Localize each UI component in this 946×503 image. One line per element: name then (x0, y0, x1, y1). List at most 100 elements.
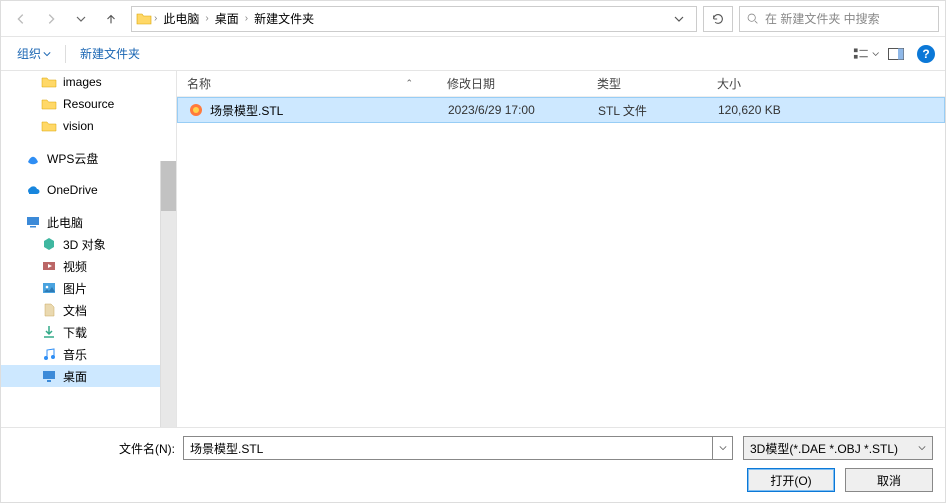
scrollbar-thumb[interactable] (161, 161, 176, 211)
tree-item[interactable]: 此电脑 (1, 211, 176, 233)
tree-item[interactable]: 下载 (1, 321, 176, 343)
file-row[interactable]: 场景模型.STL 2023/6/29 17:00STL 文件120,620 KB (177, 97, 945, 123)
file-list[interactable]: 场景模型.STL 2023/6/29 17:00STL 文件120,620 KB (177, 97, 945, 427)
tree-item-label: images (63, 75, 102, 89)
open-button-label: 打开(O) (770, 472, 811, 489)
tree-item-label: 桌面 (63, 368, 87, 385)
tree-item-label: 下载 (63, 324, 87, 341)
file-name: 场景模型.STL (210, 102, 283, 119)
folder-icon (134, 9, 154, 29)
col-header-name[interactable]: 名称 ⌃ (177, 75, 437, 92)
onedrive-icon (25, 182, 41, 198)
folder-icon (41, 74, 57, 90)
chevron-down-icon (674, 14, 684, 24)
tree-item[interactable]: 3D 对象 (1, 233, 176, 255)
filename-label: 文件名(N): (13, 440, 183, 457)
tree-item[interactable]: 图片 (1, 277, 176, 299)
chevron-down-icon (872, 50, 879, 58)
breadcrumb: 此电脑 › 桌面 › 新建文件夹 (157, 8, 674, 29)
file-list-pane: 名称 ⌃ 修改日期 类型 大小 场景模型.STL 2023/6/29 17:00S… (176, 71, 945, 427)
3d-icon (41, 236, 57, 252)
file-date: 2023/6/29 17:00 (438, 103, 588, 117)
toolbar: 组织 新建文件夹 ? (1, 37, 945, 71)
tree-item[interactable]: OneDrive (1, 179, 176, 201)
file-type: STL 文件 (588, 102, 708, 119)
file-size: 120,620 KB (708, 103, 944, 117)
video-icon (41, 258, 57, 274)
wps-icon (25, 150, 41, 166)
tree-item-label: 3D 对象 (63, 236, 106, 253)
breadcrumb-item[interactable]: 桌面 (209, 8, 245, 29)
tree-item[interactable]: images (1, 71, 176, 93)
arrow-up-icon (104, 12, 118, 26)
chevron-down-icon (43, 50, 51, 58)
footer-panel: 文件名(N): 3D模型(*.DAE *.OBJ *.STL) 打开(O) 取消 (1, 428, 945, 502)
view-options-button[interactable] (853, 43, 879, 65)
tree-item-label: vision (63, 119, 94, 133)
address-dropdown-button[interactable] (674, 14, 694, 24)
tree-item[interactable]: vision (1, 115, 176, 137)
refresh-button[interactable] (703, 6, 733, 32)
folder-icon (41, 96, 57, 112)
download-icon (41, 324, 57, 340)
tree-item[interactable]: 桌面 (1, 365, 176, 387)
search-icon (746, 12, 759, 25)
new-folder-button[interactable]: 新建文件夹 (74, 41, 146, 66)
music-icon (41, 346, 57, 362)
view-options-icon (853, 47, 870, 61)
help-icon: ? (922, 47, 929, 61)
tree-item-label: 视频 (63, 258, 87, 275)
main-area: images Resource vision WPS云盘 OneDrive 此电脑 3D 对… (1, 71, 945, 428)
nav-forward-button[interactable] (37, 5, 65, 33)
tree-item-label: 音乐 (63, 346, 87, 363)
search-input[interactable]: 在 新建文件夹 中搜索 (739, 6, 939, 32)
chevron-down-icon (76, 14, 86, 24)
tree-item-label: 文档 (63, 302, 87, 319)
cancel-button-label: 取消 (877, 472, 901, 489)
address-bar-row: › 此电脑 › 桌面 › 新建文件夹 在 新建文件夹 中搜索 (1, 1, 945, 37)
tree-scrollbar[interactable] (160, 161, 176, 427)
col-header-size[interactable]: 大小 (707, 75, 945, 92)
nav-up-button[interactable] (97, 5, 125, 33)
address-bar[interactable]: › 此电脑 › 桌面 › 新建文件夹 (131, 6, 697, 32)
breadcrumb-item[interactable]: 新建文件夹 (248, 8, 320, 29)
filetype-value: 3D模型(*.DAE *.OBJ *.STL) (750, 440, 898, 457)
tree-item[interactable]: 音乐 (1, 343, 176, 365)
open-button[interactable]: 打开(O) (747, 468, 835, 492)
sort-caret-icon: ⌃ (405, 78, 413, 89)
tree-item-label: Resource (63, 97, 114, 111)
cancel-button[interactable]: 取消 (845, 468, 933, 492)
nav-back-button[interactable] (7, 5, 35, 33)
tree-item[interactable]: 视频 (1, 255, 176, 277)
arrow-left-icon (14, 12, 28, 26)
tree-item[interactable]: Resource (1, 93, 176, 115)
chevron-down-icon (918, 444, 926, 452)
filetype-select[interactable]: 3D模型(*.DAE *.OBJ *.STL) (743, 436, 933, 460)
col-header-name-label: 名称 (187, 75, 211, 92)
help-button[interactable]: ? (917, 45, 935, 63)
search-placeholder: 在 新建文件夹 中搜索 (765, 10, 880, 27)
arrow-right-icon (44, 12, 58, 26)
filename-dropdown-button[interactable] (713, 436, 733, 460)
navigation-tree[interactable]: images Resource vision WPS云盘 OneDrive 此电脑 3D 对… (1, 71, 176, 427)
thispc-icon (25, 214, 41, 230)
breadcrumb-item[interactable]: 此电脑 (157, 8, 205, 29)
doc-icon (41, 302, 57, 318)
col-header-type[interactable]: 类型 (587, 75, 707, 92)
tree-item-label: 图片 (63, 280, 87, 297)
recent-dropdown-button[interactable] (67, 5, 95, 33)
organize-menu[interactable]: 组织 (11, 41, 57, 66)
new-folder-label: 新建文件夹 (80, 45, 140, 62)
tree-item-label: 此电脑 (47, 214, 83, 231)
desktop-icon (41, 368, 57, 384)
organize-label: 组织 (17, 45, 41, 62)
filename-input[interactable] (183, 436, 713, 460)
folder-icon (41, 118, 57, 134)
tree-item[interactable]: 文档 (1, 299, 176, 321)
separator (65, 45, 66, 63)
tree-item[interactable]: WPS云盘 (1, 147, 176, 169)
col-header-date[interactable]: 修改日期 (437, 75, 587, 92)
tree-item-label: OneDrive (47, 183, 98, 197)
chevron-down-icon (719, 444, 727, 452)
preview-pane-button[interactable] (883, 43, 909, 65)
